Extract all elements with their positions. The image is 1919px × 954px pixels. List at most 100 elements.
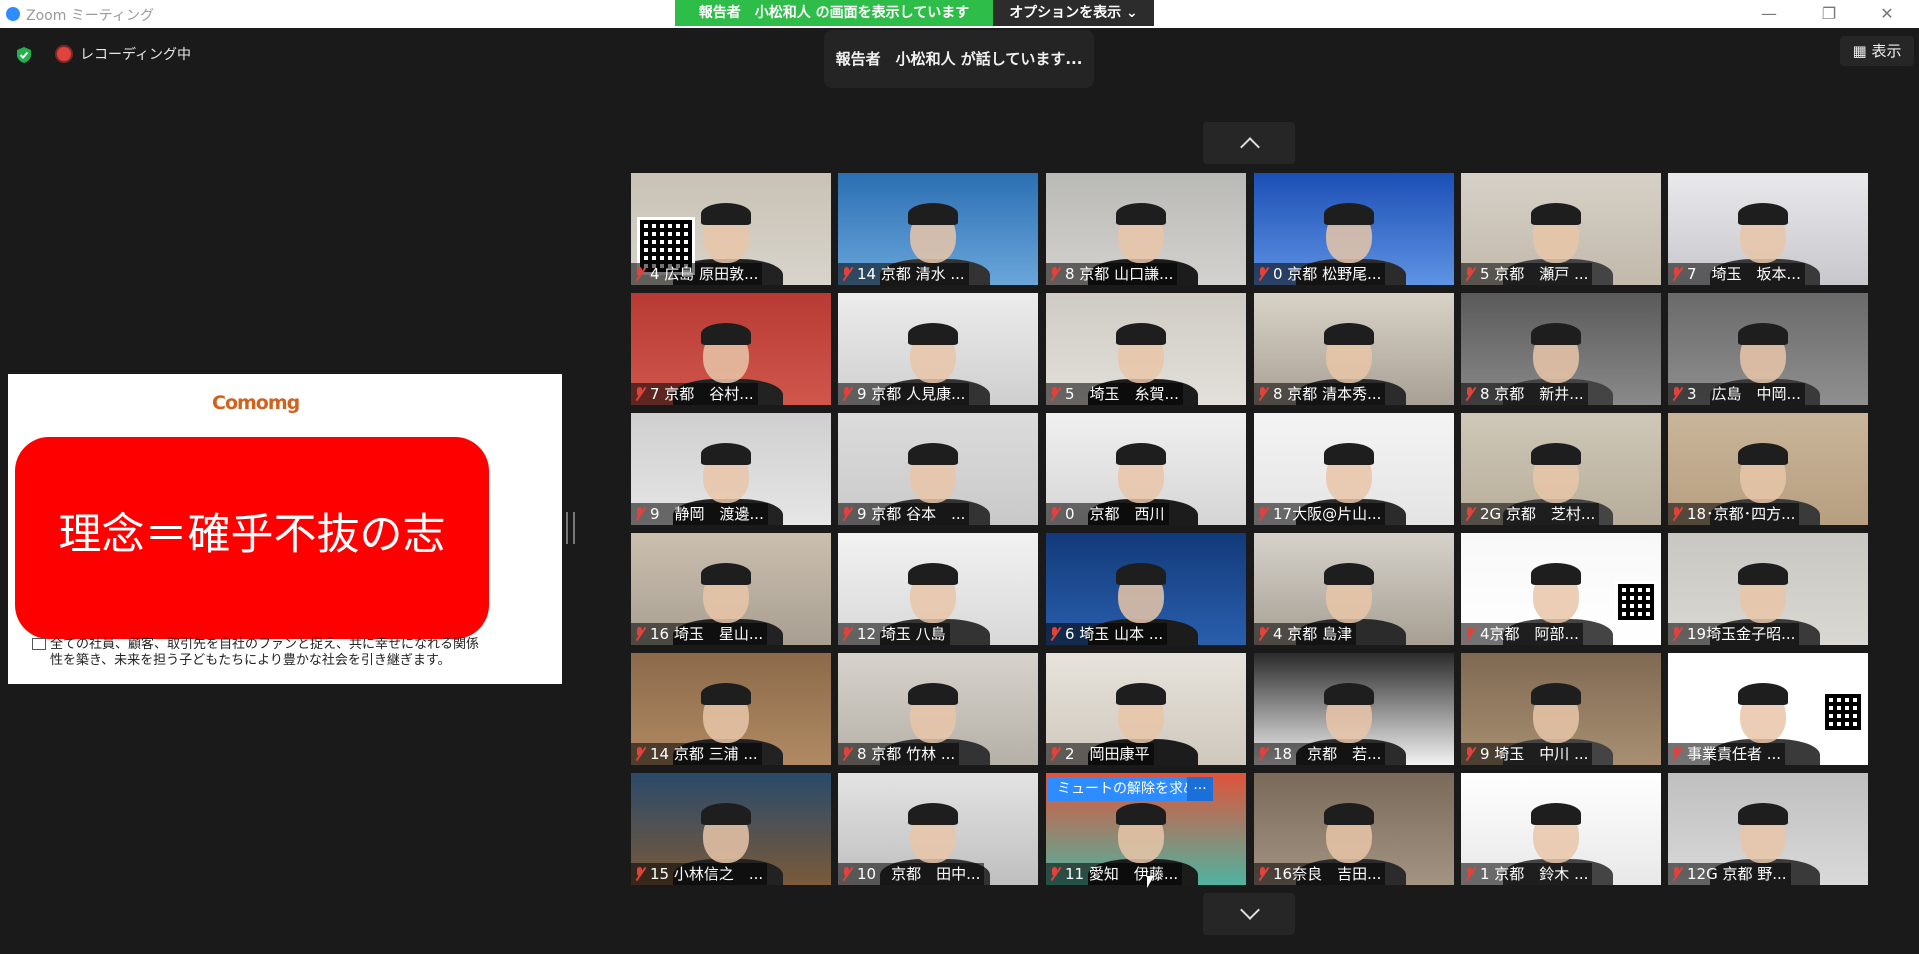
participant-name: 14 京都 清水 ...	[857, 265, 965, 283]
participant-tile[interactable]: 5 京都 瀬戸 ...	[1461, 173, 1661, 285]
qr-code-image	[1822, 691, 1864, 733]
gallery-next-page-button[interactable]	[1203, 893, 1295, 935]
participant-name-label: 2G 京都 芝村...	[1461, 503, 1600, 525]
participant-name-label: 17大阪@片山...	[1254, 503, 1386, 525]
participant-tile[interactable]: 8 京都 清本秀...	[1254, 293, 1454, 405]
participant-name-label: 4 京都 島津	[1254, 623, 1357, 645]
participant-tile[interactable]: 4京都 阿部...	[1461, 533, 1661, 645]
participant-name: 事業責任者 ...	[1687, 745, 1782, 763]
participant-name-label: 3 広島 中岡...	[1668, 383, 1805, 405]
participant-name-label: 4 広島 原田敦...	[631, 263, 763, 285]
participant-tile[interactable]: 14 京都 三浦 ...	[631, 653, 831, 765]
participant-name: 4 広島 原田敦...	[650, 265, 759, 283]
participant-tile[interactable]: 15 小林信之 ...	[631, 773, 831, 885]
view-button[interactable]: ▦ 表示	[1840, 36, 1914, 66]
participant-tile[interactable]: 18･京都･四方...	[1668, 413, 1868, 525]
participant-tile[interactable]: 1 京都 鈴木 ...	[1461, 773, 1661, 885]
participant-name-label: 16 埼玉 星山...	[631, 623, 768, 645]
mic-muted-icon	[1464, 267, 1476, 281]
minimize-icon[interactable]: —	[1746, 0, 1792, 28]
mic-muted-icon	[841, 867, 853, 881]
participant-name-label: 5 京都 瀬戸 ...	[1461, 263, 1593, 285]
participant-name: 1 京都 鈴木 ...	[1480, 865, 1589, 883]
participant-tile[interactable]: 9 京都 人見康...	[838, 293, 1038, 405]
participant-tile[interactable]: 8 京都 竹林 ...	[838, 653, 1038, 765]
participant-name: 18 京都 若...	[1273, 745, 1382, 763]
gallery-prev-page-button[interactable]	[1203, 122, 1295, 164]
participant-tile[interactable]: 17大阪@片山...	[1254, 413, 1454, 525]
participant-name-label: 0 京都 西川	[1046, 503, 1169, 525]
participant-tile[interactable]: 16 埼玉 星山...	[631, 533, 831, 645]
mic-muted-icon	[1464, 867, 1476, 881]
participant-name: 18･京都･四方...	[1687, 505, 1796, 523]
participant-name: 19埼玉金子昭...	[1687, 625, 1796, 643]
participant-tile[interactable]: 9 京都 谷本 ...	[838, 413, 1038, 525]
participant-tile[interactable]: 7 京都 谷村...	[631, 293, 831, 405]
chevron-up-icon	[1240, 137, 1260, 157]
participant-tile[interactable]: 8 京都 新井...	[1461, 293, 1661, 405]
view-options-button[interactable]: オプションを表示 ⌄	[993, 0, 1154, 26]
mic-muted-icon	[841, 747, 853, 761]
participant-tile[interactable]: 2G 京都 芝村...	[1461, 413, 1661, 525]
participant-video-hair	[1738, 683, 1788, 705]
participant-tile[interactable]: 16奈良 吉田...	[1254, 773, 1454, 885]
participant-tile[interactable]: 6 埼玉 山本 ...	[1046, 533, 1246, 645]
participant-video-hair	[1738, 203, 1788, 225]
participant-name: 6 埼玉 山本 ...	[1065, 625, 1164, 643]
mic-muted-icon	[1464, 507, 1476, 521]
mic-muted-icon	[1671, 507, 1683, 521]
mic-muted-icon	[634, 867, 646, 881]
participant-video-hair	[1531, 563, 1581, 585]
participant-tile[interactable]: 14 京都 清水 ...	[838, 173, 1038, 285]
participant-tile[interactable]: 事業責任者 ...	[1668, 653, 1868, 765]
mic-muted-icon	[1464, 627, 1476, 641]
participant-tile[interactable]: 12 埼玉 八島	[838, 533, 1038, 645]
participant-tile[interactable]: 10 京都 田中...	[838, 773, 1038, 885]
participant-tile[interactable]: 12G 京都 野...	[1668, 773, 1868, 885]
participant-name: 3 広島 中岡...	[1687, 385, 1801, 403]
mic-muted-icon	[1049, 747, 1061, 761]
participant-video-hair	[1324, 323, 1374, 345]
more-options-icon[interactable]: ···	[1187, 777, 1213, 801]
participant-video-hair	[701, 803, 751, 825]
participant-tile[interactable]: 2 岡田康平	[1046, 653, 1246, 765]
ask-to-unmute-button[interactable]: ミュートの解除を求める ···	[1047, 777, 1213, 801]
participant-video-hair	[1116, 803, 1166, 825]
participant-tile[interactable]: 0 京都 西川	[1046, 413, 1246, 525]
close-icon[interactable]: ✕	[1864, 0, 1910, 28]
participant-tile[interactable]: 3 広島 中岡...	[1668, 293, 1868, 405]
participant-tile[interactable]: 4 広島 原田敦...	[631, 173, 831, 285]
mic-muted-icon	[1671, 747, 1683, 761]
participant-tile[interactable]: 7 埼玉 坂本...	[1668, 173, 1868, 285]
participant-name-label: 16奈良 吉田...	[1254, 863, 1386, 885]
participant-video-hair	[1324, 683, 1374, 705]
participant-tile[interactable]: 0 京都 松野尾...	[1254, 173, 1454, 285]
participant-name: 9 埼玉 中川 ...	[1480, 745, 1589, 763]
participant-name-label: 事業責任者 ...	[1668, 743, 1786, 765]
participant-tile[interactable]: 9 埼玉 中川 ...	[1461, 653, 1661, 765]
participant-video-hair	[1116, 683, 1166, 705]
participant-tile[interactable]: 8 京都 山口謙...	[1046, 173, 1246, 285]
chevron-down-icon	[1240, 900, 1260, 920]
participant-tile[interactable]: 4 京都 島津	[1254, 533, 1454, 645]
mic-muted-icon	[841, 387, 853, 401]
participant-name: 9 京都 人見康...	[857, 385, 966, 403]
participant-tile[interactable]: 18 京都 若...	[1254, 653, 1454, 765]
participant-tile[interactable]: 5 埼玉 糸賀...	[1046, 293, 1246, 405]
mic-muted-icon	[1671, 267, 1683, 281]
participant-tile[interactable]: 9 静岡 渡邊...	[631, 413, 831, 525]
participant-video-hair	[1531, 203, 1581, 225]
shield-icon[interactable]	[15, 46, 33, 64]
participant-video-hair	[908, 323, 958, 345]
participant-video-hair	[701, 563, 751, 585]
participant-name: 4京都 阿部...	[1480, 625, 1579, 643]
participant-name: 8 京都 竹林 ...	[857, 745, 956, 763]
record-icon[interactable]	[57, 47, 71, 61]
participant-tile[interactable]: 19埼玉金子昭...	[1668, 533, 1868, 645]
split-view-drag-handle[interactable]	[566, 512, 575, 544]
active-speaker-indicator: 報告者 小松和人 が話しています...	[824, 30, 1094, 88]
restore-icon[interactable]: ❐	[1806, 0, 1852, 28]
window-title: Zoom ミーティング	[26, 8, 154, 24]
participant-name: 14 京都 三浦 ...	[650, 745, 758, 763]
mic-muted-icon	[634, 747, 646, 761]
